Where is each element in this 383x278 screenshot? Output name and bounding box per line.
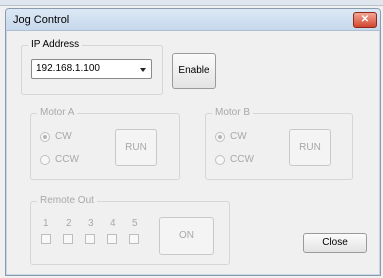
motor-b-run-label: RUN [299, 142, 321, 153]
channel-2-label: 2 [66, 218, 72, 229]
ip-address-select[interactable]: 192.168.1.100 [31, 59, 152, 79]
channel-1-label: 1 [43, 218, 49, 229]
motor-a-group: Motor A [30, 107, 180, 180]
channel-1-checkbox[interactable] [41, 234, 51, 244]
window-close-button[interactable]: ✕ [353, 12, 377, 28]
motor-b-ccw-label: CCW [230, 154, 254, 165]
window-title: Jog Control [13, 14, 70, 26]
channel-2-checkbox[interactable] [63, 234, 73, 244]
channel-4-checkbox[interactable] [107, 234, 117, 244]
channel-4-label: 4 [110, 218, 116, 229]
channel-3-label: 3 [88, 218, 94, 229]
ip-address-label: IP Address [28, 39, 83, 51]
motor-a-cw-label: CW [55, 131, 72, 142]
close-button[interactable]: Close [303, 233, 367, 253]
enable-button-label: Enable [178, 65, 210, 76]
chevron-down-icon [140, 68, 146, 72]
motor-b-cw-radio[interactable] [215, 132, 225, 142]
motor-b-label: Motor B [212, 107, 254, 119]
motor-a-cw-radio[interactable] [40, 132, 50, 142]
remote-out-label: Remote Out [37, 195, 97, 207]
enable-button[interactable]: Enable [172, 53, 216, 89]
channel-5-checkbox[interactable] [129, 234, 139, 244]
remote-out-on-button[interactable]: ON [159, 217, 214, 255]
close-button-label: Close [322, 237, 348, 248]
background-window-strip [0, 0, 383, 6]
channel-5-label: 5 [132, 218, 138, 229]
close-icon: ✕ [360, 14, 370, 25]
motor-a-run-button[interactable]: RUN [115, 129, 157, 166]
title-bar[interactable]: Jog Control ✕ [6, 9, 380, 31]
motor-b-cw-label: CW [230, 131, 247, 142]
remote-out-on-label: ON [179, 230, 194, 241]
motor-b-run-button[interactable]: RUN [289, 129, 331, 166]
motor-a-run-label: RUN [125, 142, 147, 153]
channel-3-checkbox[interactable] [85, 234, 95, 244]
motor-a-ccw-radio[interactable] [40, 155, 50, 165]
motor-a-ccw-label: CCW [55, 154, 79, 165]
motor-b-ccw-radio[interactable] [215, 155, 225, 165]
motor-a-label: Motor A [37, 107, 78, 119]
ip-address-value: 192.168.1.100 [36, 63, 100, 74]
